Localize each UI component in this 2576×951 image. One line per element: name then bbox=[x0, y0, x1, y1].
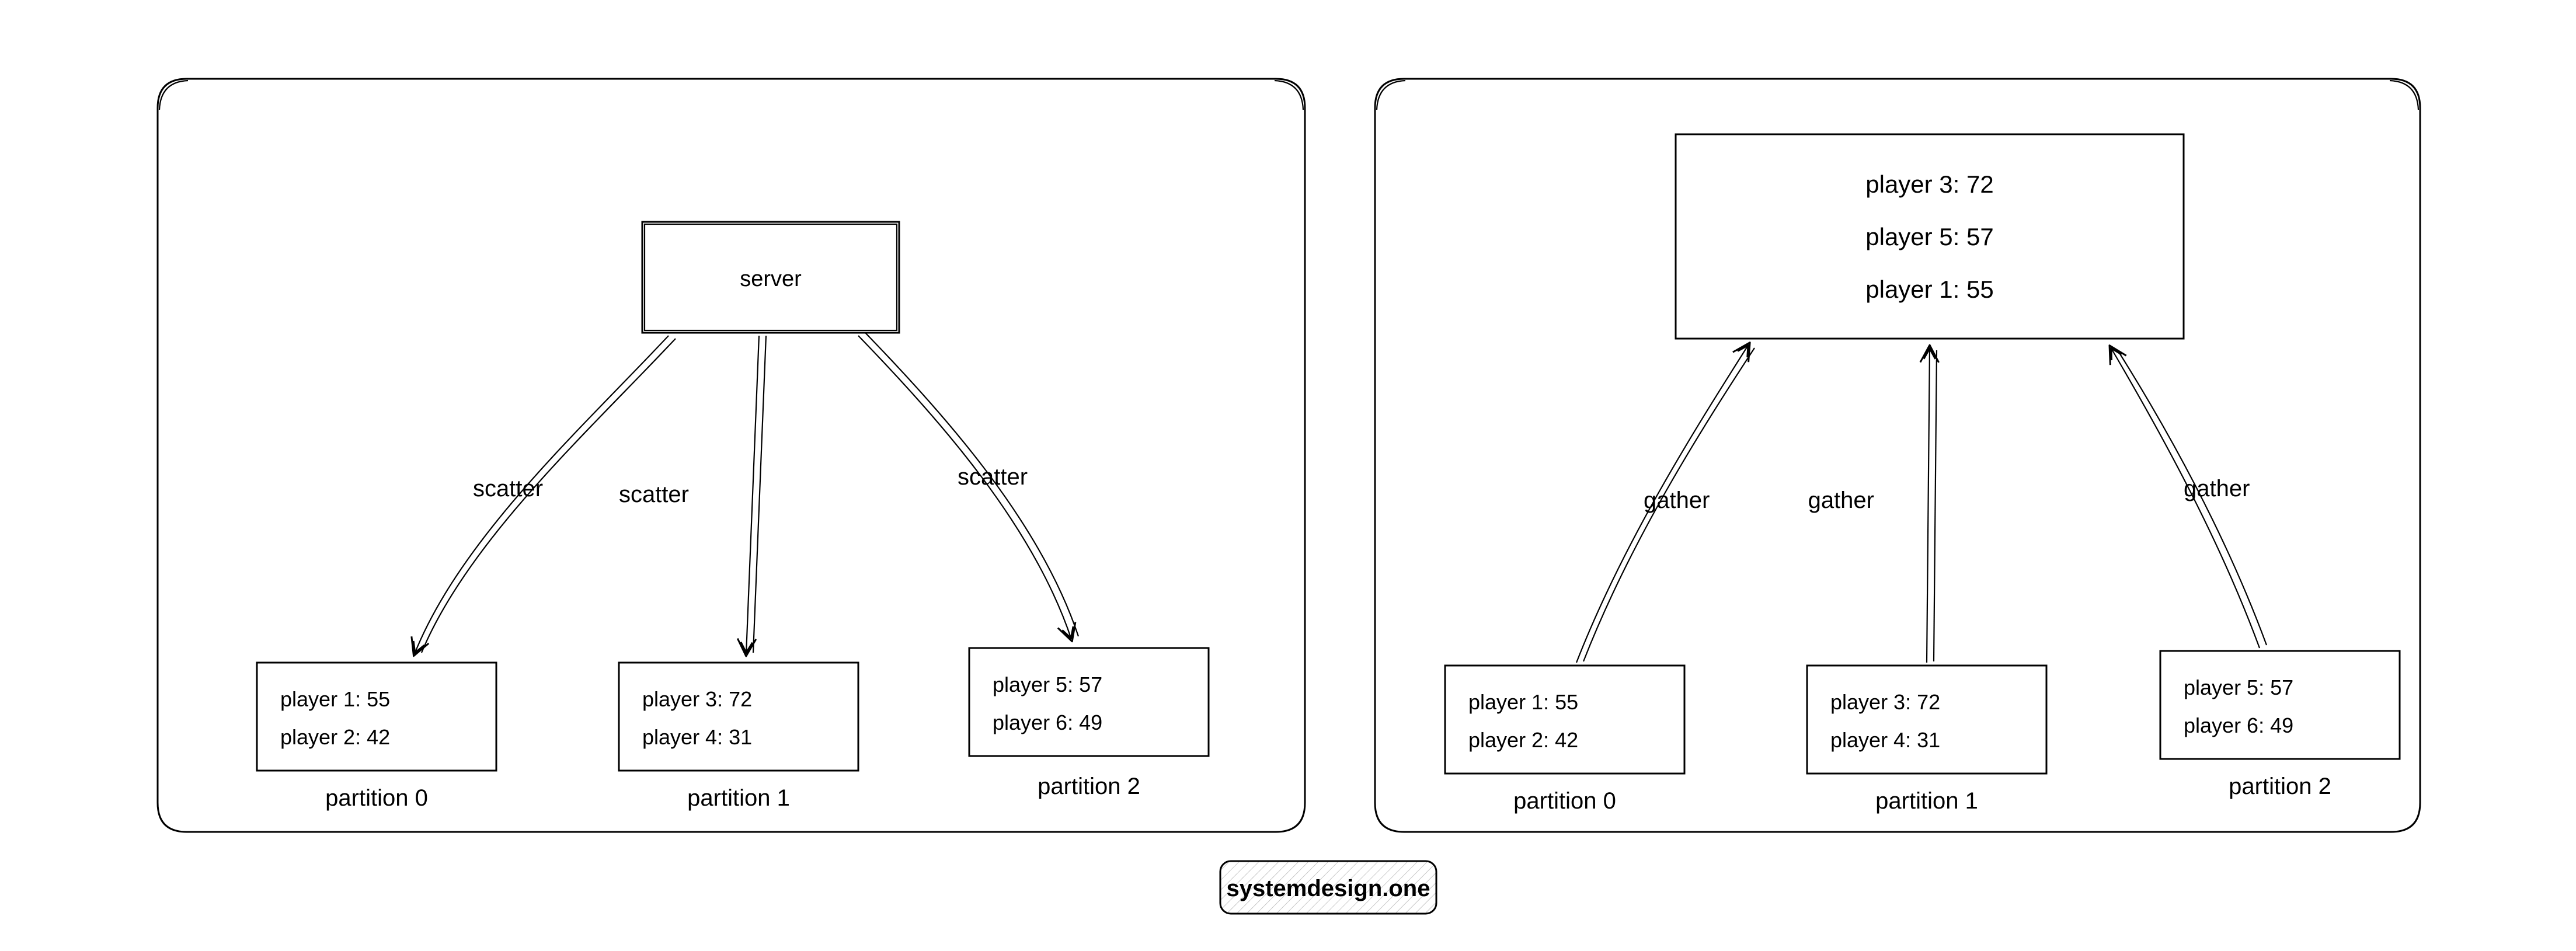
p0l-line0: player 1: 55 bbox=[280, 687, 390, 711]
p0r-label: partition 0 bbox=[1513, 788, 1616, 814]
panel-gather: player 3: 72 player 5: 57 player 1: 55 p… bbox=[1375, 79, 2420, 832]
p1r-label: partition 1 bbox=[1875, 788, 1978, 814]
p0r-line1: player 2: 42 bbox=[1468, 728, 1578, 752]
gather-label-2: gather bbox=[2184, 476, 2250, 501]
p0l-line1: player 2: 42 bbox=[280, 725, 390, 749]
result-line-0: player 3: 72 bbox=[1865, 170, 1993, 198]
p1l-label: partition 1 bbox=[687, 785, 790, 811]
p1l-line1: player 4: 31 bbox=[642, 725, 752, 749]
scatter-label-0: scatter bbox=[473, 476, 543, 501]
p1r-line1: player 4: 31 bbox=[1830, 728, 1940, 752]
gather-label-0: gather bbox=[1644, 487, 1710, 513]
p2r-line1: player 6: 49 bbox=[2184, 713, 2293, 737]
panel-scatter: server player 1: 55 player 2: 42 partiti… bbox=[158, 79, 1305, 832]
watermark-text: systemdesign.one bbox=[1226, 876, 1430, 901]
p2l-line0: player 5: 57 bbox=[993, 673, 1102, 696]
result-line-1: player 5: 57 bbox=[1865, 223, 1993, 250]
p2l-label: partition 2 bbox=[1038, 774, 1140, 799]
p2r-label: partition 2 bbox=[2229, 774, 2331, 799]
server-label: server bbox=[740, 267, 802, 291]
result-line-2: player 1: 55 bbox=[1865, 276, 1993, 303]
watermark-badge: systemdesign.one bbox=[1220, 861, 1436, 914]
p2r-line0: player 5: 57 bbox=[2184, 675, 2293, 699]
p0l-label: partition 0 bbox=[325, 785, 428, 811]
p1r-line0: player 3: 72 bbox=[1830, 690, 1940, 714]
p2l-line1: player 6: 49 bbox=[993, 710, 1102, 734]
p1l-line0: player 3: 72 bbox=[642, 687, 752, 711]
diagram-root: server player 1: 55 player 2: 42 partiti… bbox=[0, 0, 2576, 951]
scatter-label-1: scatter bbox=[619, 482, 689, 507]
p0r-line0: player 1: 55 bbox=[1468, 690, 1578, 714]
gather-label-1: gather bbox=[1808, 487, 1874, 513]
scatter-label-2: scatter bbox=[958, 464, 1028, 490]
